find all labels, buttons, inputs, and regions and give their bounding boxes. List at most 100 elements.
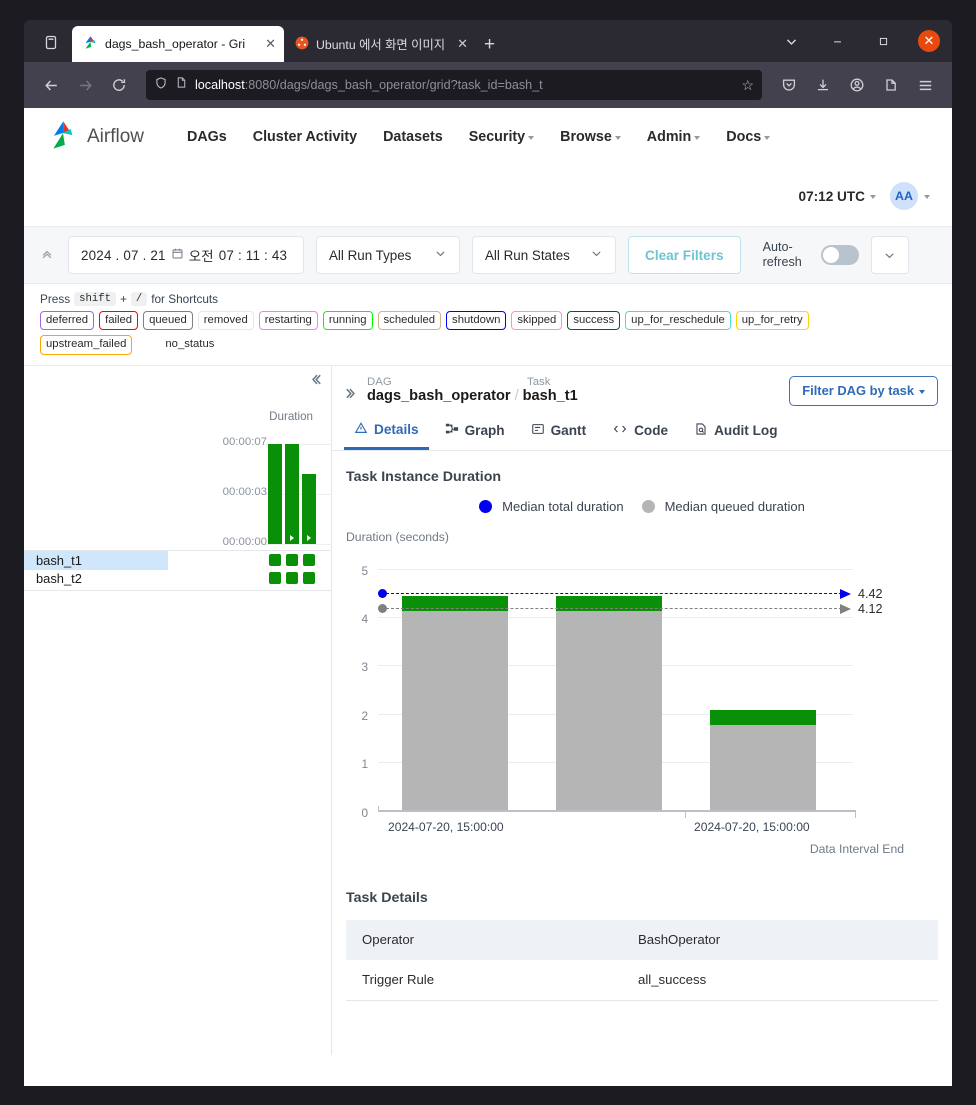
- bookmark-star-icon[interactable]: ☆: [741, 77, 754, 94]
- clear-filters-button[interactable]: Clear Filters: [628, 236, 741, 274]
- tab-code[interactable]: Code: [602, 416, 678, 450]
- chart-bar-queued[interactable]: [402, 610, 508, 812]
- task-instance-square[interactable]: [269, 571, 281, 584]
- state-legend: deferred failed queued removed restarting run…: [24, 306, 904, 355]
- grid-duration-bar[interactable]: [302, 473, 316, 544]
- grid-duration-bar[interactable]: [285, 443, 299, 544]
- pocket-icon[interactable]: [774, 70, 804, 100]
- browser-tab-2[interactable]: Ubuntu 에서 화면 이미지 캡 ✕: [284, 26, 474, 62]
- reload-icon[interactable]: [104, 70, 134, 100]
- forward-icon[interactable]: [70, 70, 100, 100]
- new-tab-button[interactable]: +: [474, 34, 505, 62]
- nav-dags[interactable]: DAGs: [174, 129, 240, 145]
- state-badge-skipped[interactable]: skipped: [511, 311, 563, 331]
- nav-docs[interactable]: Docs: [713, 129, 783, 145]
- task-name[interactable]: bash_t1: [523, 388, 578, 404]
- grid-duration-bar[interactable]: [268, 443, 282, 544]
- utc-clock[interactable]: 07:12 UTC: [799, 189, 876, 204]
- chevron-double-left-icon[interactable]: [308, 372, 323, 390]
- tab-list-icon[interactable]: [34, 25, 68, 59]
- back-icon[interactable]: [36, 70, 66, 100]
- run-types-select[interactable]: All Run Types: [316, 236, 460, 274]
- airflow-logo[interactable]: Airflow: [46, 118, 144, 157]
- date-value: 2024 . 07 . 21: [81, 247, 166, 263]
- state-badge-upstream_failed[interactable]: upstream_failed: [40, 335, 133, 355]
- chevron-down-icon: [919, 389, 925, 394]
- state-badge-removed[interactable]: removed: [197, 311, 254, 331]
- task-instance-square[interactable]: [286, 553, 298, 566]
- list-all-tabs-icon[interactable]: [768, 20, 814, 62]
- chart-axis-tick: [855, 810, 857, 818]
- account-icon[interactable]: [842, 70, 872, 100]
- nav-cluster-activity[interactable]: Cluster Activity: [240, 129, 370, 145]
- task-instance-square[interactable]: [269, 553, 281, 566]
- shield-icon[interactable]: [154, 76, 168, 95]
- state-badge-failed[interactable]: failed: [99, 311, 139, 331]
- chart-section-title: Task Instance Duration: [346, 468, 502, 485]
- calendar-icon[interactable]: [171, 247, 184, 263]
- tab-gantt[interactable]: Gantt: [521, 416, 597, 450]
- state-badge-scheduled[interactable]: scheduled: [377, 311, 442, 331]
- time-value: 07 : 11 : 43: [218, 247, 288, 263]
- filter-bar: 2024 . 07 . 21 오전 07 : 11 : 43 All Run T…: [24, 226, 952, 284]
- close-icon[interactable]: ✕: [918, 30, 940, 52]
- user-menu[interactable]: AA: [890, 182, 930, 210]
- nav-label: DAGs: [187, 129, 227, 145]
- state-badge-running[interactable]: running: [322, 311, 373, 331]
- minimize-button[interactable]: [814, 20, 860, 62]
- state-badge-shutdown[interactable]: shutdown: [446, 311, 507, 331]
- nav-datasets[interactable]: Datasets: [370, 129, 456, 145]
- chart-bar-queued[interactable]: [556, 610, 662, 812]
- tab-label: Code: [634, 423, 669, 438]
- tab-graph[interactable]: Graph: [435, 416, 515, 450]
- maximize-button[interactable]: [860, 20, 906, 62]
- downloads-icon[interactable]: [808, 70, 838, 100]
- auto-refresh-toggle[interactable]: [820, 245, 859, 265]
- chart-bar-total[interactable]: [710, 709, 816, 725]
- legend-dot-queued[interactable]: [641, 499, 655, 513]
- tab-audit-log[interactable]: Audit Log: [684, 416, 787, 450]
- state-badge-queued[interactable]: queued: [143, 311, 193, 331]
- chart-ytick-label: 1: [361, 757, 368, 772]
- run-date-input[interactable]: 2024 . 07 . 21 오전 07 : 11 : 43: [68, 236, 304, 274]
- shortcut-plus: +: [119, 292, 127, 306]
- extensions-icon[interactable]: [876, 70, 906, 100]
- state-badge-up_for_reschedule[interactable]: up_for_reschedule: [625, 311, 731, 331]
- menu-icon[interactable]: [910, 70, 940, 100]
- run-states-select[interactable]: All Run States: [472, 236, 616, 274]
- chevron-double-up-icon[interactable]: [40, 247, 56, 264]
- chart-bar-queued[interactable]: [710, 724, 816, 812]
- task-row-bash_t2[interactable]: bash_t2: [24, 569, 331, 588]
- close-window-button[interactable]: ✕: [906, 20, 952, 62]
- task-instance-square[interactable]: [303, 553, 315, 566]
- close-tab-icon[interactable]: ✕: [457, 36, 468, 52]
- state-badge-success[interactable]: success: [567, 311, 621, 331]
- url-bar[interactable]: localhost:8080/dags/dags_bash_operator/g…: [146, 70, 762, 100]
- tab-details[interactable]: Details: [344, 416, 429, 450]
- state-badge-up_for_retry[interactable]: up_for_retry: [735, 311, 809, 331]
- state-badge-deferred[interactable]: deferred: [40, 311, 95, 331]
- browser-tab-active[interactable]: dags_bash_operator - Gri ✕: [72, 26, 284, 62]
- chevron-double-right-icon[interactable]: [344, 386, 359, 404]
- task-rows: bash_t1 bash_t2: [24, 549, 331, 591]
- task-instance-square[interactable]: [303, 571, 315, 584]
- chart-annot-queued: 4.12: [858, 601, 883, 616]
- chevron-down-icon: [434, 247, 447, 263]
- legend-dot-total[interactable]: [479, 499, 493, 513]
- close-tab-icon[interactable]: ✕: [265, 36, 276, 52]
- filter-more-button[interactable]: [870, 236, 909, 274]
- nav-security[interactable]: Security: [456, 129, 547, 145]
- nav-admin[interactable]: Admin: [634, 129, 713, 145]
- shortcuts-hint: Press shift + / for Shortcuts: [24, 284, 952, 306]
- chart-arrow-queued: [840, 603, 851, 614]
- code-brackets-icon: [612, 422, 628, 439]
- nav-browse[interactable]: Browse: [547, 129, 634, 145]
- task-instance-square[interactable]: [286, 571, 298, 584]
- state-badge-restarting[interactable]: restarting: [258, 311, 318, 331]
- legend-label-total: Median total duration: [502, 498, 624, 514]
- filter-dag-by-task-button[interactable]: Filter DAG by task: [789, 375, 938, 406]
- task-row-bash_t1[interactable]: bash_t1: [24, 550, 315, 570]
- state-badge-no_status[interactable]: no_status: [159, 335, 238, 355]
- dag-name[interactable]: dags_bash_operator: [367, 388, 511, 404]
- window-controls: ✕: [768, 20, 952, 62]
